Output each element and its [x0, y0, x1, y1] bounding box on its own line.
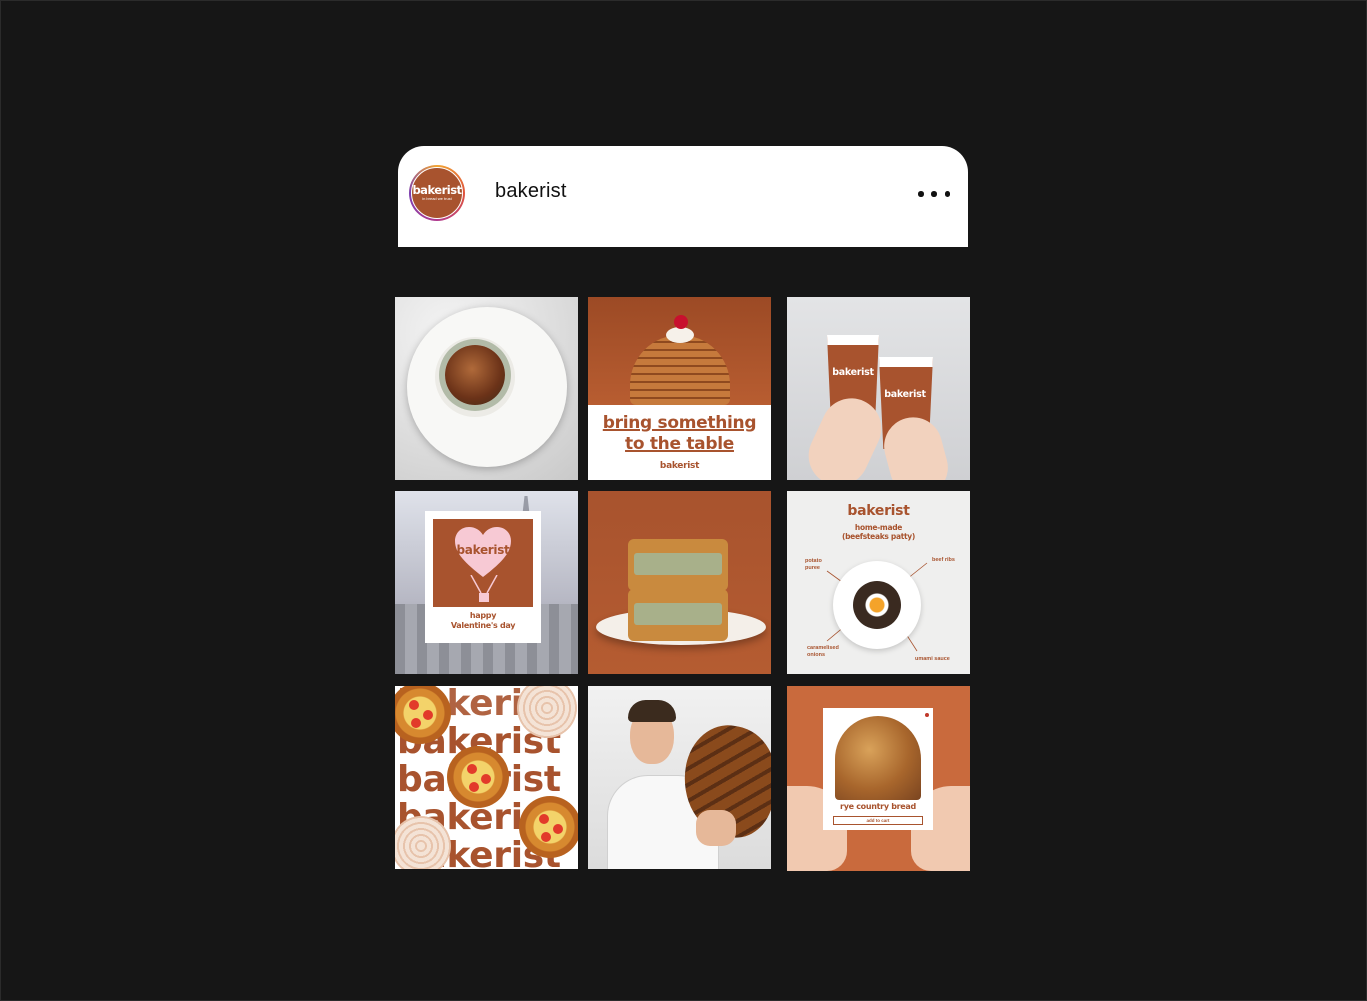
add-to-cart-button: add to cart — [833, 816, 923, 825]
dish-food — [853, 581, 901, 629]
filling — [634, 603, 722, 625]
label-beef-ribs: beef ribs — [932, 557, 955, 563]
cup-brand: bakerist — [884, 389, 926, 400]
status-dot — [925, 713, 929, 717]
pastry-slice — [628, 589, 728, 641]
rye-bread — [835, 716, 921, 800]
polaroid-brand: bakerist — [456, 543, 510, 557]
hand — [798, 388, 892, 480]
avatar-tagline: in bread we trust — [422, 195, 452, 201]
filling — [634, 553, 722, 575]
dish-food — [445, 345, 505, 405]
polaroid-image: bakerist — [433, 519, 533, 607]
post-infographic[interactable]: bakerist home-made (beefsteaks patty) po… — [787, 491, 970, 674]
chef-hair — [628, 700, 676, 722]
cup-lid — [879, 357, 933, 367]
hand — [696, 810, 736, 846]
avatar-logo: bakerist in bread we trust — [411, 167, 463, 219]
post-pastry-slice[interactable] — [588, 491, 771, 674]
balloon-basket-icon — [470, 575, 498, 602]
cup-brand: bakerist — [832, 367, 874, 378]
label-potato: potato puree — [805, 558, 822, 571]
caption-line-1: happy — [469, 611, 497, 620]
caption-line-2: Valentine's day — [450, 621, 516, 630]
label-sauce: umami sauce — [915, 656, 950, 662]
post-chef-croissant[interactable] — [588, 686, 771, 869]
dish — [833, 561, 921, 649]
signature: bakerist — [659, 461, 700, 471]
dot — [931, 191, 937, 197]
avatar-brand: bakerist — [412, 182, 462, 197]
caption-card: bring something to the table bakerist — [588, 405, 771, 480]
post-rye-bread[interactable]: rye country bread add to cart — [787, 686, 970, 871]
profile-header: bakerist in bread we trust bakerist — [398, 146, 968, 247]
strawberry-tart — [447, 746, 509, 808]
strawberry-tart — [519, 796, 578, 858]
label-onions: caramelised onions — [807, 645, 839, 658]
post-plated-dish[interactable] — [395, 297, 578, 480]
cream — [666, 327, 694, 343]
avatar[interactable]: bakerist in bread we trust — [409, 165, 465, 221]
cup-lid — [827, 335, 879, 345]
post-coffee-cups[interactable]: bakerist bakerist — [787, 297, 970, 480]
post-bakerist-pattern[interactable]: bakerist bakerist bakerist bakerist bake… — [395, 686, 578, 869]
dot — [918, 191, 924, 197]
more-options-icon[interactable] — [918, 184, 950, 204]
meringue-swirl — [517, 686, 577, 738]
product-card: rye country bread add to cart — [823, 708, 933, 830]
polaroid-caption: happy Valentine's day — [425, 611, 541, 631]
headline-line-1: bring something — [602, 413, 757, 433]
headline: bring something to the table — [588, 413, 771, 455]
polaroid-card: bakerist happy Valentine's day — [425, 511, 541, 643]
post-valentine[interactable]: bakerist happy Valentine's day — [395, 491, 578, 674]
dot — [944, 191, 950, 197]
headline-line-2: to the table — [625, 434, 734, 454]
post-bring-something[interactable]: bring something to the table bakerist — [588, 297, 771, 480]
raspberry — [674, 315, 688, 329]
profile-username[interactable]: bakerist — [495, 180, 567, 203]
pastry-slice — [628, 539, 728, 591]
product-name: rye country bread — [840, 802, 916, 811]
